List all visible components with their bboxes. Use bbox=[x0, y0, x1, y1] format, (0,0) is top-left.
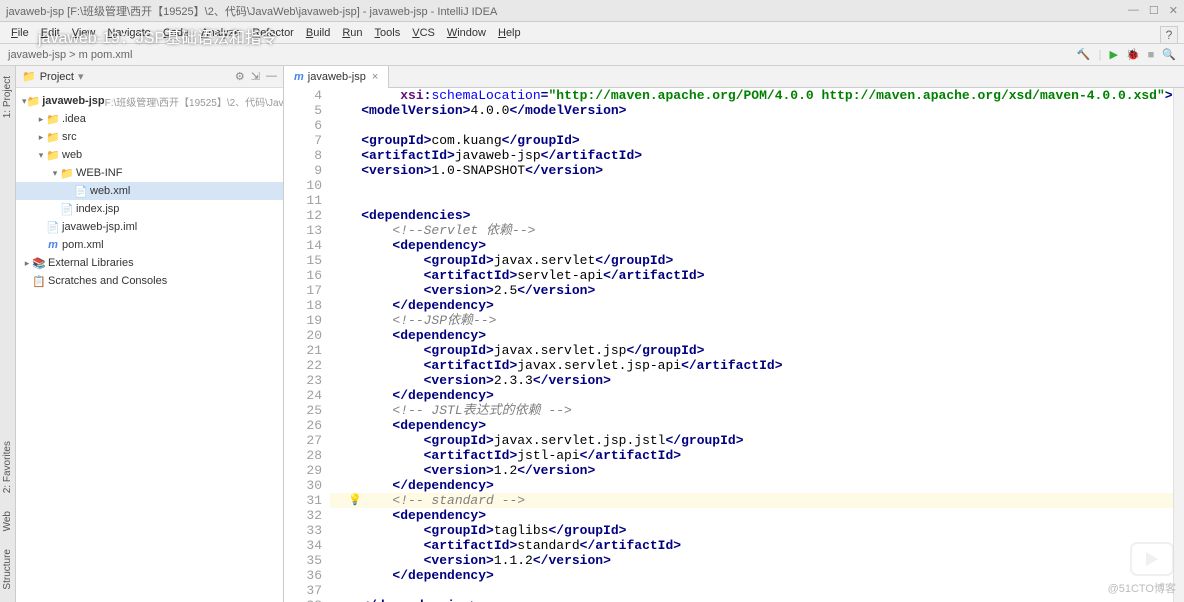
menu-navigate[interactable]: Navigate bbox=[102, 25, 155, 41]
left-toolwindow-stripe: 1: Project 2: Favorites Web Structure bbox=[0, 66, 16, 602]
debug-icon[interactable]: 🐞 bbox=[1126, 48, 1140, 61]
intention-bulb-icon[interactable]: 💡 bbox=[348, 493, 362, 506]
menu-window[interactable]: Window bbox=[442, 25, 491, 41]
collapse-icon[interactable]: ⇲ bbox=[251, 70, 260, 83]
tree-node-web-inf[interactable]: ▾📁WEB-INF bbox=[16, 164, 283, 182]
close-tab-icon[interactable]: × bbox=[372, 71, 378, 83]
folder-icon: 📁 bbox=[22, 70, 36, 83]
code-content[interactable]: xsi:schemaLocation="http://maven.apache.… bbox=[330, 88, 1173, 602]
tree-node-external-libraries[interactable]: ▸📚External Libraries bbox=[16, 254, 283, 272]
close-icon[interactable]: ✕ bbox=[1169, 4, 1178, 17]
editor-tab-pom[interactable]: m javaweb-jsp × bbox=[284, 66, 389, 88]
breadcrumb[interactable]: javaweb-jsp > m pom.xml bbox=[8, 49, 132, 61]
stop-icon[interactable]: ■ bbox=[1148, 49, 1155, 61]
menu-analyze[interactable]: Analyze bbox=[196, 25, 245, 41]
maven-icon: m bbox=[294, 71, 304, 83]
tab-structure[interactable]: Structure bbox=[0, 543, 15, 596]
run-icon[interactable]: ▶ bbox=[1109, 48, 1117, 61]
tree-node-index-jsp[interactable]: 📄index.jsp bbox=[16, 200, 283, 218]
menu-view[interactable]: View bbox=[67, 25, 101, 41]
panel-title: Project bbox=[40, 71, 74, 83]
project-toolwindow: 📁 Project ▾ ⚙ ⇲ — ▾📁javaweb-jsp F:\班级管理\… bbox=[16, 66, 284, 602]
video-play-overlay-icon bbox=[1130, 542, 1174, 576]
window-titlebar: javaweb-jsp [F:\班级管理\西开【19525】\2、代码\Java… bbox=[0, 0, 1184, 22]
maximize-icon[interactable]: ☐ bbox=[1149, 4, 1159, 17]
menu-edit[interactable]: Edit bbox=[36, 25, 65, 41]
menu-build[interactable]: Build bbox=[301, 25, 335, 41]
menu-help[interactable]: Help bbox=[493, 25, 526, 41]
tree-node--idea[interactable]: ▸📁.idea bbox=[16, 110, 283, 128]
tree-node-pom-xml[interactable]: mpom.xml bbox=[16, 236, 283, 254]
tab-project[interactable]: 1: Project bbox=[0, 70, 15, 124]
tree-node-scratches-and-consoles[interactable]: 📋Scratches and Consoles bbox=[16, 272, 283, 290]
project-tree[interactable]: ▾📁javaweb-jsp F:\班级管理\西开【19525】\2、代码\Jav… bbox=[16, 88, 283, 294]
tree-node-src[interactable]: ▸📁src bbox=[16, 128, 283, 146]
tree-node-web[interactable]: ▾📁web bbox=[16, 146, 283, 164]
window-title: javaweb-jsp [F:\班级管理\西开【19525】\2、代码\Java… bbox=[6, 3, 497, 19]
tab-web[interactable]: Web bbox=[0, 505, 15, 537]
menu-refactor[interactable]: Refactor bbox=[247, 25, 299, 41]
code-editor[interactable]: 4567891011121314151617181920212223242526… bbox=[284, 88, 1184, 602]
editor-area: m javaweb-jsp × 456789101112131415161718… bbox=[284, 66, 1184, 602]
settings-icon[interactable]: ⚙ bbox=[235, 70, 245, 83]
tab-favorites[interactable]: 2: Favorites bbox=[0, 435, 15, 499]
menu-file[interactable]: File bbox=[6, 25, 34, 41]
menu-tools[interactable]: Tools bbox=[370, 25, 406, 41]
error-stripe bbox=[1173, 88, 1184, 602]
line-gutter: 4567891011121314151617181920212223242526… bbox=[284, 88, 330, 602]
build-icon[interactable]: 🔨 bbox=[1077, 48, 1091, 61]
help-button[interactable]: ? bbox=[1160, 26, 1178, 44]
watermark: @51CTO博客 bbox=[1108, 580, 1176, 596]
tree-node-web-xml[interactable]: 📄web.xml bbox=[16, 182, 283, 200]
navigation-bar: javaweb-jsp > m pom.xml 🔨 | ▶ 🐞 ■ 🔍 bbox=[0, 44, 1184, 66]
editor-tabs: m javaweb-jsp × bbox=[284, 66, 1184, 88]
minimize-icon[interactable]: — bbox=[1128, 4, 1139, 17]
hide-icon[interactable]: — bbox=[266, 70, 277, 83]
search-icon[interactable]: 🔍 bbox=[1162, 48, 1176, 61]
menu-run[interactable]: Run bbox=[337, 25, 367, 41]
menu-code[interactable]: Code bbox=[158, 25, 194, 41]
menu-vcs[interactable]: VCS bbox=[407, 25, 440, 41]
tree-node-javaweb-jsp-iml[interactable]: 📄javaweb-jsp.iml bbox=[16, 218, 283, 236]
editor-tab-label: javaweb-jsp bbox=[308, 71, 366, 83]
tree-node-javaweb-jsp[interactable]: ▾📁javaweb-jsp F:\班级管理\西开【19525】\2、代码\Jav… bbox=[16, 92, 283, 110]
menubar: FileEditViewNavigateCodeAnalyzeRefactorB… bbox=[0, 22, 1184, 44]
